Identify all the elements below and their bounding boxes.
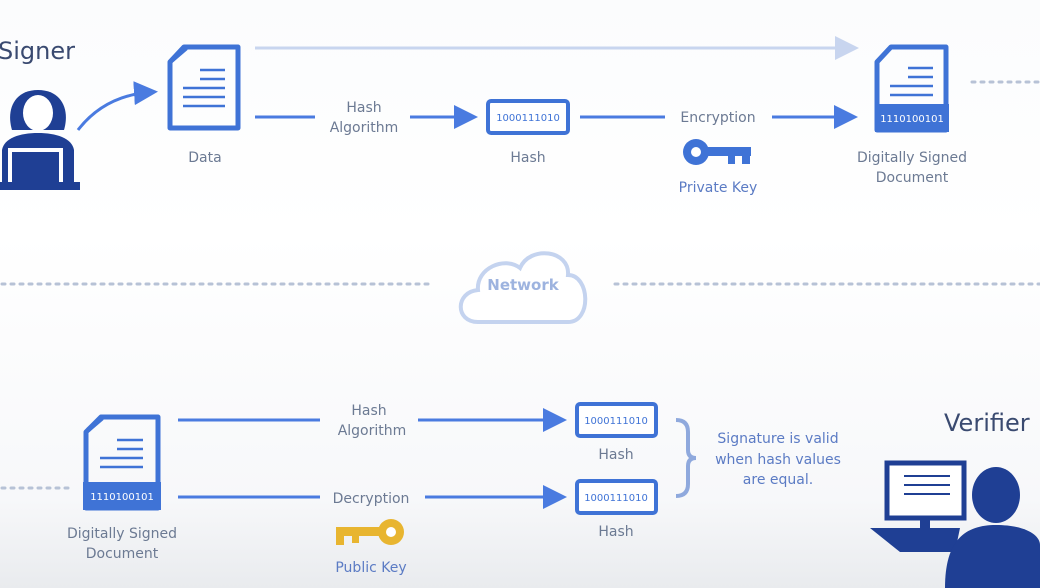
private-key-label: Private Key [679,180,758,196]
signed-document-label: Document [876,170,949,186]
validity-note: are equal. [743,472,813,488]
hash-algorithm-label: Algorithm [330,120,399,136]
public-key-icon [336,519,404,545]
hash-label: Hash [598,447,633,463]
verifier-title: Verifier [944,409,1030,437]
encryption-label: Encryption [680,110,755,126]
hash-algorithm-label: Algorithm [338,423,407,439]
validity-note: when hash values [715,452,841,468]
hash-value: 1000111010 [496,113,560,124]
verifier-computer-icon [870,460,967,552]
signature-bits: 1110100101 [880,114,944,125]
signer-person-icon [0,90,80,190]
signed-document-label: Digitally Signed [857,150,967,166]
public-key-label: Public Key [335,560,406,576]
hash-algorithm-label: Hash [351,403,386,419]
hash-label: Hash [510,150,545,166]
brace [675,418,697,498]
data-document-icon [167,44,241,131]
hash-label: Hash [598,524,633,540]
signed-document-label: Digitally Signed [67,526,177,542]
signer-to-data-arrow [76,81,158,131]
signature-bits: 1110100101 [90,492,154,503]
network-label: Network [487,276,559,294]
signed-document-label: Document [86,546,159,562]
validity-note: Signature is valid [717,431,838,447]
hash-value: 1000111010 [584,493,648,504]
private-key-icon [683,139,751,165]
digital-signature-diagram: Signer Data Hash Algorithm 1000111010 Ha… [0,36,1040,588]
hash-algorithm-label: Hash [346,100,381,116]
hash-value: 1000111010 [584,416,648,427]
signer-title: Signer [0,37,75,65]
data-label: Data [188,150,221,166]
decryption-label: Decryption [333,491,410,507]
